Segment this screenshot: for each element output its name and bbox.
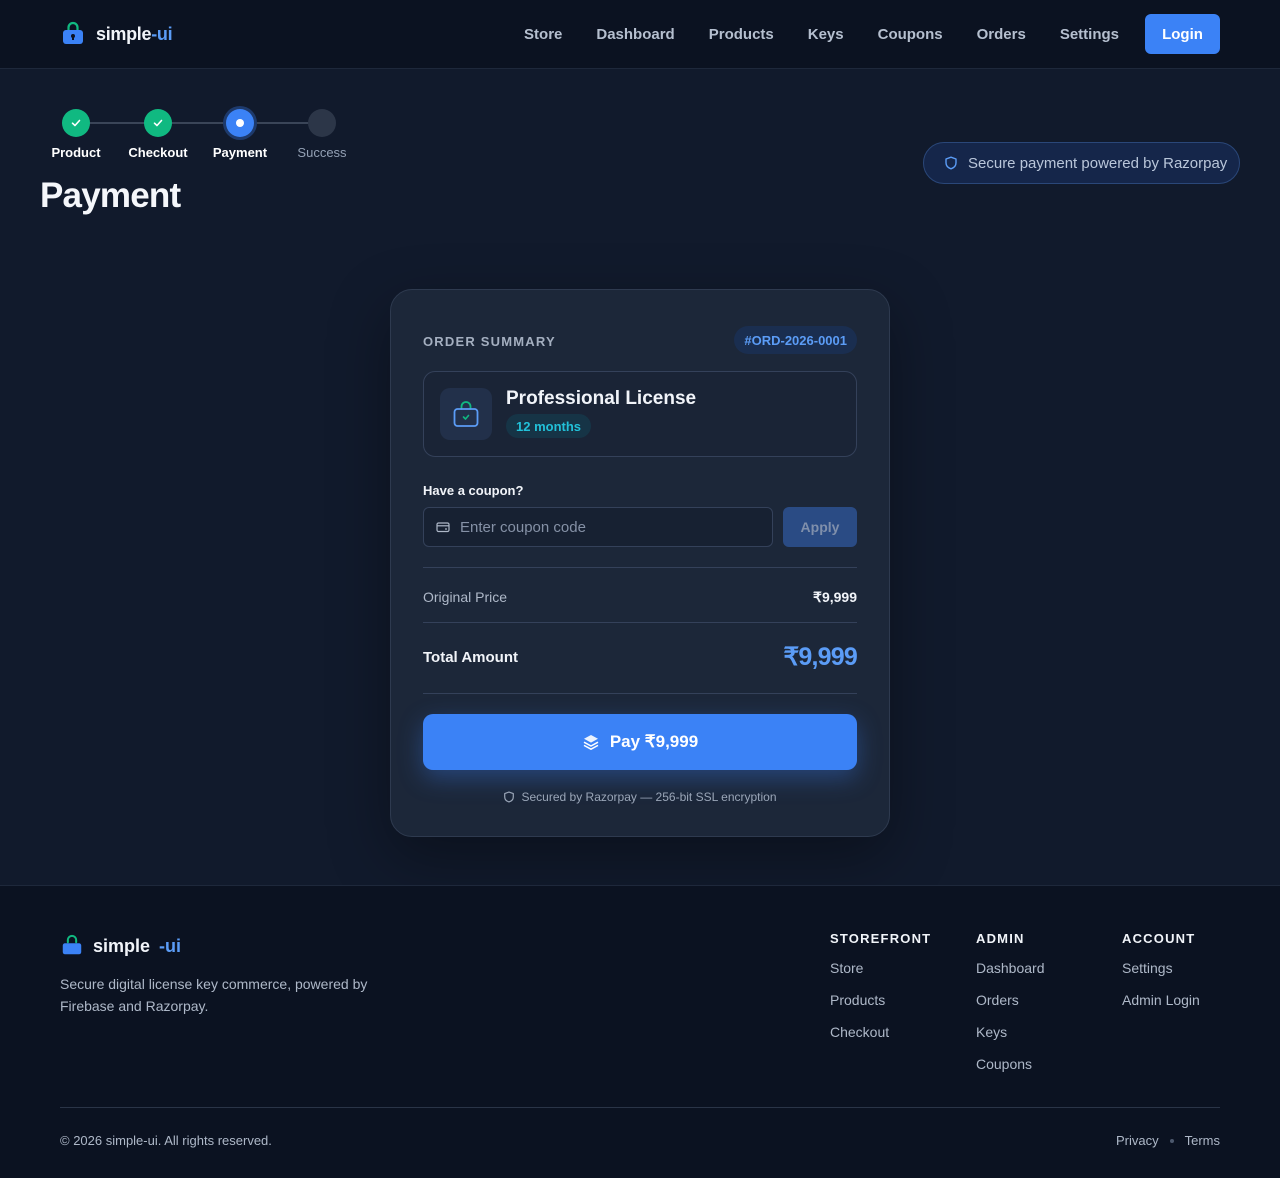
footer-link-keys[interactable]: Keys <box>976 1024 1045 1056</box>
summary-header: ORDER SUMMARY #ORD-2026-0001 <box>423 326 857 354</box>
duration-badge: 12 months <box>506 414 592 438</box>
brand-logo-link[interactable]: simple-ui <box>60 20 173 48</box>
order-id-badge: #ORD-2026-0001 <box>734 326 857 354</box>
pending-step-dot <box>308 109 336 137</box>
nav-dashboard[interactable]: Dashboard <box>596 26 674 43</box>
pay-button[interactable]: Pay ₹9,999 <box>423 714 857 770</box>
summary-label: ORDER SUMMARY <box>423 334 556 349</box>
footer-column-storefront: STOREFRONT Store Products Checkout <box>830 931 931 1056</box>
brand-name: simple-ui <box>96 23 173 44</box>
footer-link-checkout[interactable]: Checkout <box>830 1024 931 1056</box>
shopping-bag-icon <box>440 388 492 440</box>
nav-settings[interactable]: Settings <box>1060 26 1119 43</box>
coupon-input-wrapper <box>423 507 773 547</box>
total-amount-row: Total Amount ₹9,999 <box>423 640 858 674</box>
secure-badge-text: Secure payment powered by Razorpay <box>968 154 1228 172</box>
shield-icon <box>504 791 515 803</box>
terms-link[interactable]: Terms <box>1185 1133 1220 1148</box>
order-summary-card: ORDER SUMMARY #ORD-2026-0001 Professiona… <box>390 289 890 837</box>
layers-icon <box>583 735 599 750</box>
step-product: Product <box>40 109 112 160</box>
original-price-value: ₹9,999 <box>813 588 857 605</box>
coupon-input[interactable] <box>460 518 750 536</box>
footer-link-settings[interactable]: Settings <box>1122 960 1200 992</box>
footer-column-heading: ADMIN <box>976 931 1025 946</box>
footer-brand-name: simple <box>93 935 151 956</box>
apply-coupon-button[interactable]: Apply <box>783 507 857 547</box>
footer-column-heading: STOREFRONT <box>830 931 932 946</box>
current-step-dot <box>226 109 254 137</box>
footer-column-admin: ADMIN Dashboard Orders Keys Coupons <box>976 931 1045 1088</box>
check-icon <box>144 109 172 137</box>
step-label: Success <box>297 145 347 160</box>
total-amount-value: ₹9,999 <box>783 643 857 671</box>
secure-payment-badge: Secure payment powered by Razorpay <box>923 142 1240 184</box>
nav-store[interactable]: Store <box>524 26 562 43</box>
footer-link-orders[interactable]: Orders <box>976 992 1045 1024</box>
check-icon <box>62 109 90 137</box>
page-title: Payment <box>40 176 181 215</box>
product-name: Professional License <box>506 388 697 409</box>
pay-button-label: Pay ₹9,999 <box>609 732 699 751</box>
secured-note: Secured by Razorpay — 256-bit SSL encryp… <box>423 790 857 804</box>
checkout-stepper: Product Checkout Payment Success <box>40 109 370 165</box>
footer-divider <box>60 1107 1220 1108</box>
card-icon <box>436 522 450 533</box>
nav-keys[interactable]: Keys <box>808 26 844 43</box>
product-item: Professional License 12 months <box>423 371 857 457</box>
nav-orders[interactable]: Orders <box>977 26 1026 43</box>
footer-link-store[interactable]: Store <box>830 960 931 992</box>
footer-link-coupons[interactable]: Coupons <box>976 1056 1045 1088</box>
step-label: Checkout <box>128 145 188 160</box>
nav-products[interactable]: Products <box>709 26 774 43</box>
footer-brand-accent: -ui <box>159 935 182 956</box>
login-button[interactable]: Login <box>1145 14 1220 54</box>
footer-column-account: ACCOUNT Settings Admin Login <box>1122 931 1200 1024</box>
original-price-row: Original Price ₹9,999 <box>423 587 857 607</box>
footer-column-heading: ACCOUNT <box>1122 931 1196 946</box>
step-label: Product <box>51 145 101 160</box>
divider <box>423 693 857 694</box>
divider <box>423 622 857 623</box>
step-payment: Payment <box>204 109 276 160</box>
footer-link-dashboard[interactable]: Dashboard <box>976 960 1045 992</box>
footer-brand[interactable]: simple -ui <box>60 933 181 959</box>
step-checkout: Checkout <box>122 109 194 160</box>
separator-dot <box>1169 1138 1174 1143</box>
secured-note-text: Secured by Razorpay — 256-bit SSL encryp… <box>521 790 777 804</box>
nav-coupons[interactable]: Coupons <box>878 26 943 43</box>
total-amount-label: Total Amount <box>423 648 518 666</box>
step-success: Success <box>286 109 358 160</box>
original-price-label: Original Price <box>423 589 508 605</box>
footer-link-products[interactable]: Products <box>830 992 931 1024</box>
shield-icon <box>945 156 957 170</box>
main-nav: Store Dashboard Products Keys Coupons Or… <box>524 14 1220 54</box>
privacy-link[interactable]: Privacy <box>1116 1133 1159 1148</box>
footer-tagline: Secure digital license key commerce, pow… <box>60 976 368 1014</box>
footer: simple -ui Secure digital license key co… <box>0 885 1280 1178</box>
footer-link-admin-login[interactable]: Admin Login <box>1122 992 1200 1024</box>
legal-links: Privacy Terms <box>1116 1133 1220 1148</box>
copyright-text: © 2026 simple-ui. All rights reserved. <box>60 1133 272 1148</box>
divider <box>423 567 857 568</box>
step-label: Payment <box>212 145 268 160</box>
lock-bag-icon <box>62 934 82 955</box>
coupon-label: Have a coupon? <box>423 483 524 498</box>
top-navbar: simple-ui Store Dashboard Products Keys … <box>0 0 1280 69</box>
lock-bag-icon <box>63 21 83 44</box>
